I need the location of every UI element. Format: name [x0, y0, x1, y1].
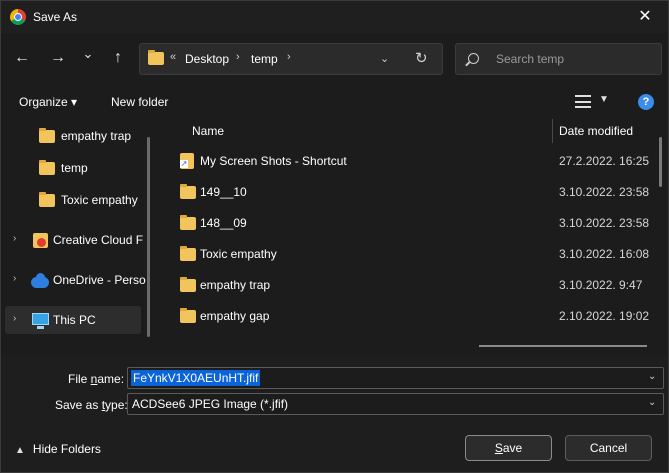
navigation-pane: empathy trap temp Toxic empathy › Creati… — [1, 119, 153, 355]
close-icon[interactable]: ✕ — [627, 5, 663, 29]
folder-icon — [148, 50, 164, 65]
creative-cloud-icon — [33, 233, 48, 248]
file-date: 27.2.2022. 16:25 — [559, 154, 650, 168]
folder-icon — [39, 160, 55, 175]
file-name-field[interactable]: FeYnkV1X0AEUnHT.jfif ⌄ — [127, 367, 664, 389]
navigation-bar: ← → ⌄ ↑ « Desktop › temp › ⌄ ↻ Search te… — [1, 33, 668, 83]
file-name: empathy trap — [200, 278, 271, 292]
expand-chevron-icon[interactable]: › — [13, 233, 16, 244]
file-date: 3.10.2022. 9:47 — [559, 278, 643, 292]
sidebar-item-label: Creative Cloud F — [53, 233, 144, 247]
sidebar-item-label: temp — [61, 161, 88, 175]
folder-icon — [180, 184, 196, 199]
sidebar-item-label: This PC — [53, 313, 96, 327]
save-as-type-select[interactable]: ACDSee6 JPEG Image (*.jfif) ⌄ — [127, 393, 664, 415]
sidebar-item-label: OneDrive - Perso — [53, 273, 146, 287]
file-date: 3.10.2022. 16:08 — [559, 247, 650, 261]
view-dropdown-icon[interactable]: ▼ — [599, 94, 609, 105]
save-as-dialog: Save As ✕ ← → ⌄ ↑ « Desktop › temp › ⌄ ↻… — [0, 0, 669, 473]
sidebar-item-creative-cloud[interactable]: › Creative Cloud F — [5, 226, 144, 254]
file-row[interactable]: empathy gap 2.10.2022. 19:02 — [171, 302, 651, 332]
title-bar: Save As ✕ — [1, 1, 668, 33]
cancel-button[interactable]: Cancel — [565, 435, 652, 461]
file-name: My Screen Shots - Shortcut — [200, 154, 347, 168]
breadcrumb-separator[interactable]: › — [236, 51, 240, 63]
help-icon[interactable]: ? — [638, 94, 654, 110]
file-name: 149__10 — [200, 185, 247, 199]
save-as-type-value: ACDSee6 JPEG Image (*.jfif) — [132, 397, 289, 411]
search-input[interactable]: Search temp — [496, 52, 564, 66]
file-name-input[interactable]: FeYnkV1X0AEUnHT.jfif — [131, 370, 261, 386]
expand-chevron-icon[interactable]: › — [13, 313, 16, 324]
horizontal-scrollbar[interactable] — [479, 345, 647, 347]
file-date: 3.10.2022. 23:58 — [559, 185, 650, 199]
column-header-date-modified[interactable]: Date modified — [559, 124, 633, 138]
organize-button[interactable]: Organize ▾ — [19, 95, 77, 109]
folder-icon — [39, 192, 55, 207]
file-name: Toxic empathy — [200, 247, 277, 261]
this-pc-icon — [32, 313, 49, 329]
sidebar-item-label: empathy trap — [61, 129, 132, 143]
file-date: 2.10.2022. 19:02 — [559, 309, 650, 323]
breadcrumb-separator[interactable]: › — [287, 51, 291, 63]
search-box[interactable]: Search temp — [455, 43, 662, 75]
save-button[interactable]: Save — [465, 435, 552, 461]
file-name-label: File name: — [68, 372, 125, 386]
folder-icon — [180, 215, 196, 230]
chrome-logo-icon — [10, 9, 26, 25]
address-dropdown-icon[interactable]: ⌄ — [380, 52, 389, 65]
refresh-icon[interactable]: ↻ — [415, 49, 428, 67]
recent-locations-chevron-icon[interactable]: ⌄ — [77, 43, 99, 65]
folder-icon — [180, 246, 196, 261]
sidebar-item-toxic-empathy[interactable]: Toxic empathy — [5, 186, 141, 214]
save-options-panel: File name: FeYnkV1X0AEUnHT.jfif ⌄ Save a… — [1, 355, 668, 472]
sidebar-item-this-pc[interactable]: › This PC — [5, 306, 141, 334]
forward-arrow-icon[interactable]: → — [47, 47, 69, 69]
window-title: Save As — [33, 10, 78, 24]
vertical-scrollbar[interactable] — [659, 137, 662, 187]
command-bar: Organize ▾ New folder ▼ ? — [1, 85, 668, 119]
column-divider[interactable] — [552, 119, 553, 143]
address-bar[interactable]: « Desktop › temp › ⌄ ↻ — [139, 43, 443, 75]
search-icon — [468, 53, 479, 64]
back-arrow-icon[interactable]: ← — [11, 47, 33, 69]
sidebar-item-label: Toxic empathy — [61, 193, 138, 207]
chevron-down-icon[interactable]: ⌄ — [648, 371, 656, 382]
file-name: 148__09 — [200, 216, 247, 230]
breadcrumb-desktop[interactable]: Desktop — [185, 52, 229, 66]
new-folder-button[interactable]: New folder — [111, 95, 168, 109]
file-date: 3.10.2022. 23:58 — [559, 216, 650, 230]
file-row[interactable]: My Screen Shots - Shortcut 27.2.2022. 16… — [171, 147, 651, 177]
breadcrumb-temp[interactable]: temp — [251, 52, 278, 66]
sidebar-item-onedrive[interactable]: › OneDrive - Perso — [5, 266, 146, 294]
folder-icon — [39, 128, 55, 143]
file-list: Name Date modified My Screen Shots - Sho… — [171, 119, 668, 355]
folder-icon — [180, 277, 196, 292]
column-header-name[interactable]: Name — [192, 124, 224, 138]
file-row[interactable]: 148__09 3.10.2022. 23:58 — [171, 209, 651, 239]
breadcrumb-overflow[interactable]: « — [170, 51, 176, 63]
onedrive-cloud-icon — [31, 273, 49, 288]
file-row[interactable]: empathy trap 3.10.2022. 9:47 — [171, 271, 651, 301]
file-row[interactable]: Toxic empathy 3.10.2022. 16:08 — [171, 240, 651, 270]
chevron-down-icon[interactable]: ⌄ — [648, 397, 656, 408]
sidebar-item-empathy-trap[interactable]: empathy trap — [5, 122, 141, 150]
file-row[interactable]: 149__10 3.10.2022. 23:58 — [171, 178, 651, 208]
view-options-icon[interactable] — [575, 95, 591, 108]
shortcut-icon — [180, 153, 194, 169]
file-name: empathy gap — [200, 309, 270, 323]
hide-folders-button[interactable]: ▲ Hide Folders — [15, 442, 101, 456]
folder-icon — [180, 308, 196, 323]
chevron-up-icon: ▲ — [15, 445, 25, 456]
sidebar-item-temp[interactable]: temp — [5, 154, 141, 182]
expand-chevron-icon[interactable]: › — [13, 273, 16, 284]
up-arrow-icon[interactable]: ↑ — [107, 47, 129, 69]
sidebar-scrollbar[interactable] — [147, 137, 150, 337]
save-as-type-label: Save as type: — [55, 398, 128, 412]
